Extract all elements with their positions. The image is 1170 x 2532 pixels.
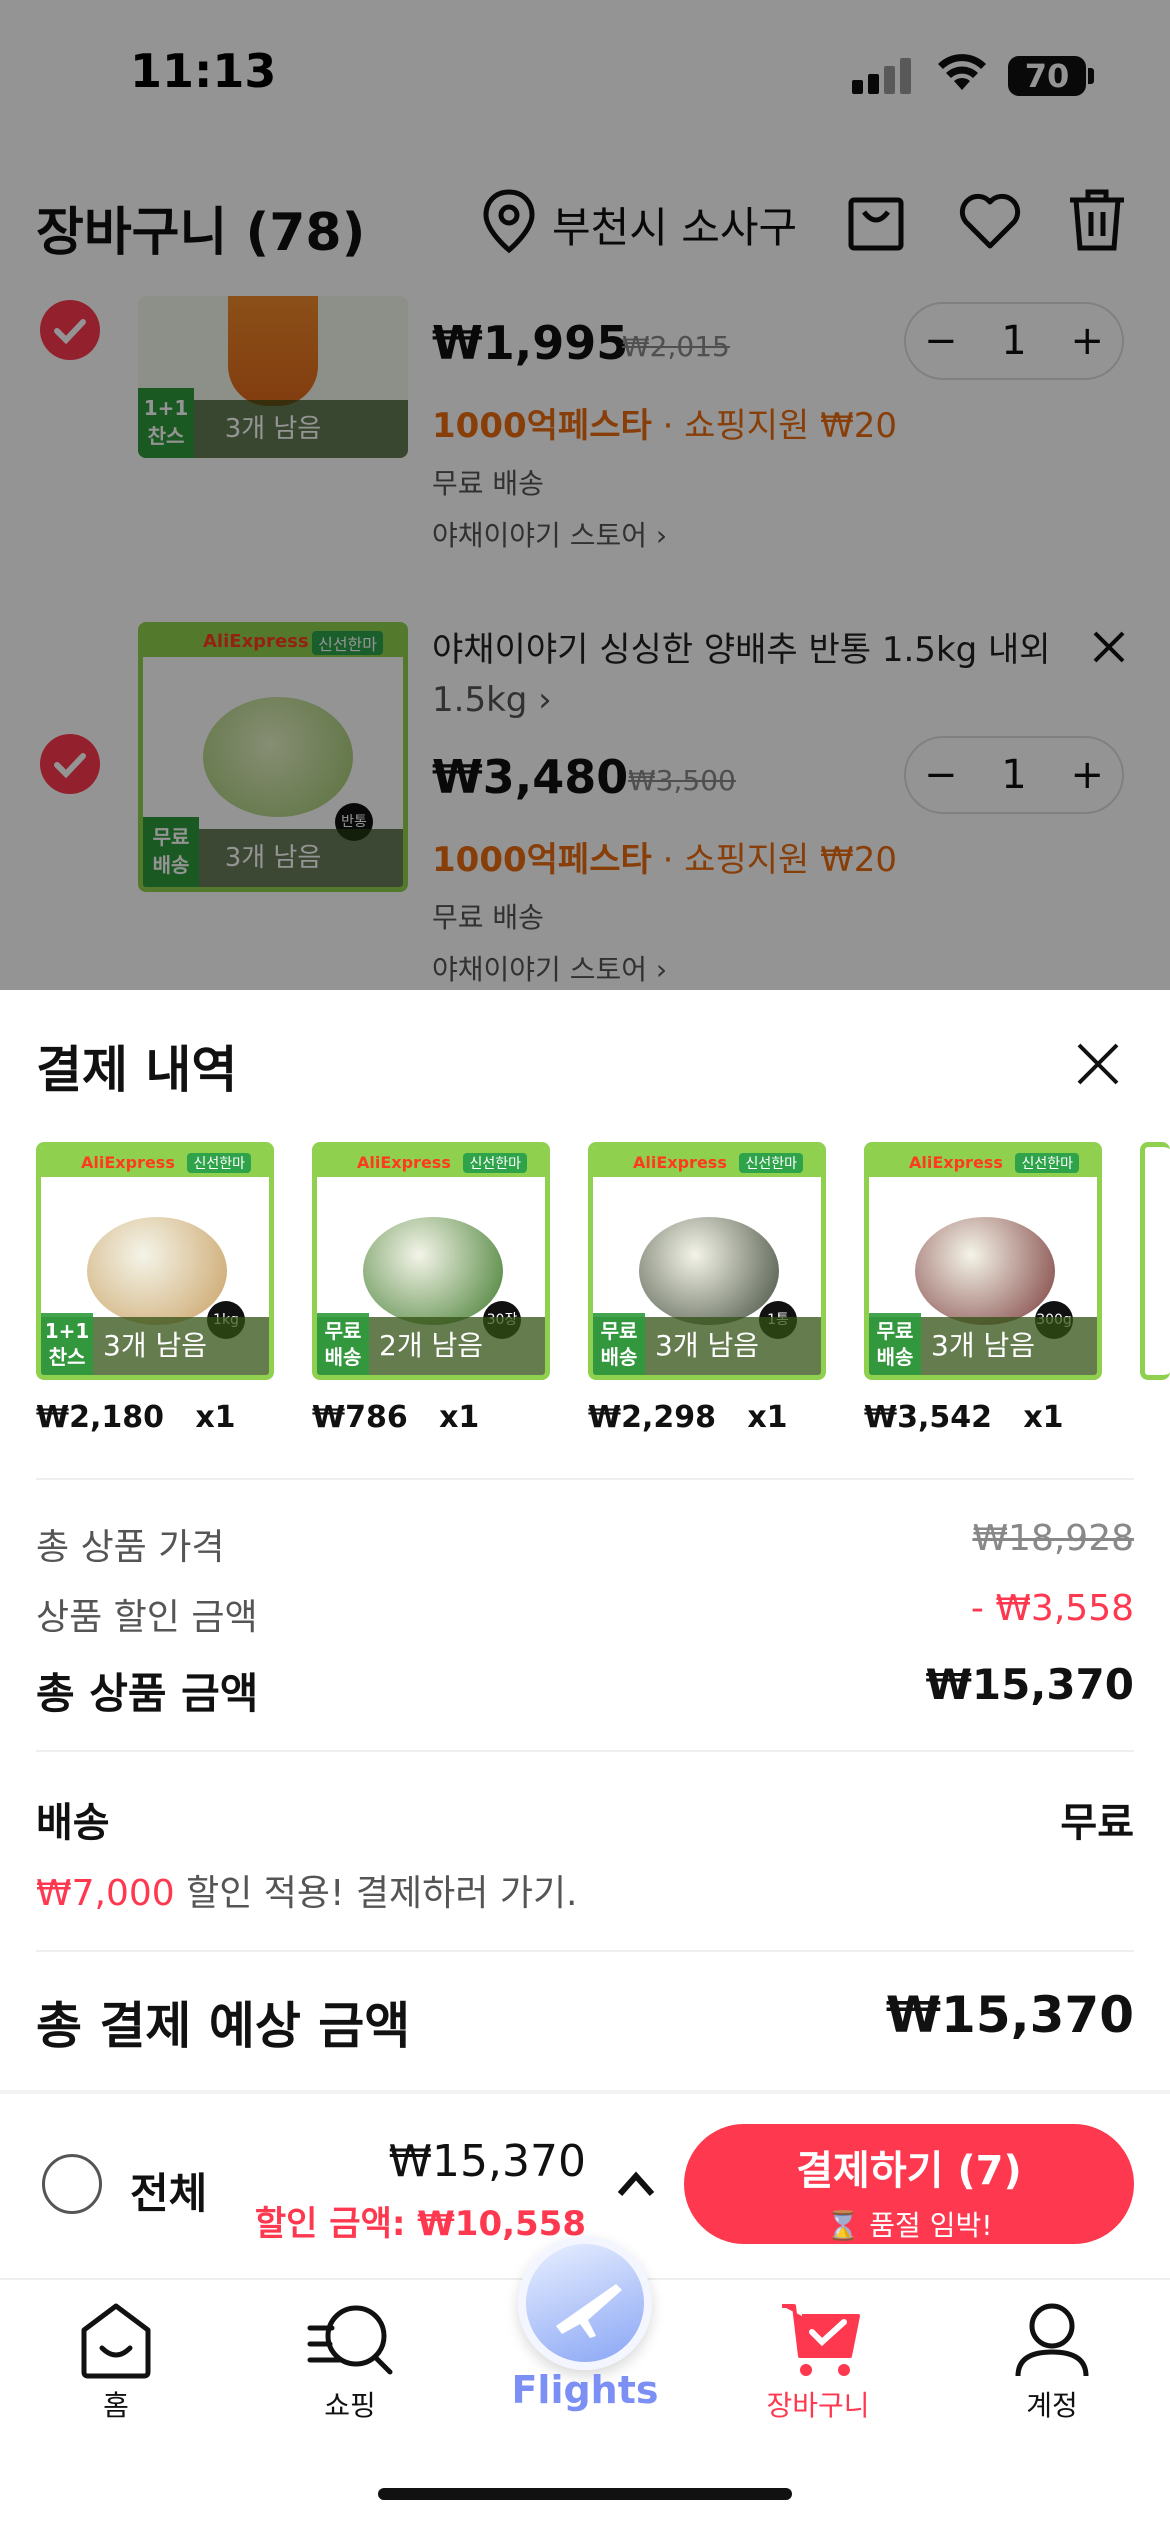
sheet-item-price: ₩2,298 x1 <box>588 1400 788 1435</box>
tab-account[interactable]: 계정 <box>982 2300 1122 2424</box>
promo-badge: 무료 배송 <box>869 1313 921 1375</box>
sheet-item-thumbnail-partial[interactable] <box>1140 1142 1170 1380</box>
account-icon <box>1015 2303 1089 2377</box>
discount-label: 상품 할인 금액 <box>36 1597 258 1638</box>
tab-label: 장바구니 <box>766 2389 870 2422</box>
fresh-tag: 신선한마 <box>1015 1153 1079 1173</box>
tab-label: 홈 <box>103 2389 129 2422</box>
sheet-item-price: ₩786 x1 <box>312 1400 479 1435</box>
checkout-sublabel: ⌛ 품절 임박! <box>825 2209 993 2242</box>
item-qty: x1 <box>439 1400 480 1435</box>
produce-image <box>87 1217 227 1325</box>
total-price-value: ₩18,928 <box>972 1518 1134 1559</box>
sheet-item-price: ₩3,542 x1 <box>864 1400 1064 1435</box>
promo-badge: 무료 배송 <box>593 1313 645 1375</box>
grand-total-value: ₩15,370 <box>885 1986 1134 2044</box>
item-price: ₩2,180 <box>36 1400 164 1435</box>
promo-badge: 무료 배송 <box>317 1313 369 1375</box>
item-qty: x1 <box>195 1400 236 1435</box>
item-price: ₩786 <box>312 1400 408 1435</box>
divider <box>36 1750 1134 1752</box>
checkout-button[interactable]: 결제하기 (7) ⌛ 품절 임박! <box>684 2124 1134 2244</box>
produce-image <box>915 1217 1055 1325</box>
home-indicator <box>378 2488 792 2500</box>
shipping-label: 배송 <box>36 1800 110 1846</box>
tab-shopping[interactable]: 쇼핑 <box>280 2300 420 2424</box>
tab-flights[interactable]: Flights <box>508 2236 662 2412</box>
sheet-title: 결제 내역 <box>36 1041 238 1099</box>
item-qty: x1 <box>1023 1400 1064 1435</box>
aliexpress-logo: AliExpress <box>633 1153 727 1172</box>
fresh-tag: 신선한마 <box>187 1153 251 1173</box>
bottom-total: ₩15,370 <box>388 2136 586 2187</box>
home-icon <box>81 2303 151 2379</box>
shipping-promo-text: 할인 적용! 결제하러 가기. <box>174 1873 578 1914</box>
checkout-label: 결제하기 (7) <box>796 2148 1022 2194</box>
divider <box>0 2090 1170 2094</box>
cart-icon <box>782 2304 860 2376</box>
aliexpress-logo: AliExpress <box>357 1153 451 1172</box>
sheet-item-thumbnail[interactable]: AliExpress신선한마30장2개 남음무료 배송 <box>312 1142 550 1380</box>
sheet-item-thumbnail[interactable]: AliExpress신선한마300g3개 남음무료 배송 <box>864 1142 1102 1380</box>
aliexpress-logo: AliExpress <box>81 1153 175 1172</box>
select-all-label[interactable]: 전체 <box>130 2160 207 2221</box>
modal-backdrop[interactable] <box>0 0 1170 990</box>
airplane-icon <box>556 2284 622 2338</box>
divider <box>36 1950 1134 1952</box>
select-all-checkbox[interactable] <box>42 2154 102 2214</box>
close-icon[interactable] <box>1074 1040 1122 1088</box>
shipping-promo-amount: ₩7,000 <box>36 1873 175 1914</box>
tab-label: 계정 <box>1026 2389 1078 2422</box>
produce-image <box>639 1217 779 1325</box>
subtotal-value: ₩15,370 <box>925 1660 1134 1709</box>
total-price-label: 총 상품 가격 <box>36 1527 225 1568</box>
divider <box>36 1478 1134 1480</box>
chevron-up-icon[interactable] <box>616 2170 656 2198</box>
sheet-item-thumbnail[interactable]: AliExpress신선한마1kg3개 남음1+1 찬스 <box>36 1142 274 1380</box>
item-price: ₩3,542 <box>864 1400 992 1435</box>
promo-badge: 1+1 찬스 <box>41 1313 93 1375</box>
shipping-promo-link[interactable]: ₩7,000 할인 적용! 결제하러 가기. <box>36 1864 578 1916</box>
grand-total-label: 총 결제 예상 금액 <box>36 1997 411 2055</box>
aliexpress-logo: AliExpress <box>909 1153 1003 1172</box>
item-price: ₩2,298 <box>588 1400 716 1435</box>
subtotal-label: 총 상품 금액 <box>36 1669 259 1718</box>
tab-label: 쇼핑 <box>324 2389 376 2422</box>
fresh-tag: 신선한마 <box>463 1153 527 1173</box>
discount-value: - ₩3,558 <box>970 1588 1134 1629</box>
produce-image <box>363 1217 503 1325</box>
shipping-value: 무료 <box>1060 1800 1134 1846</box>
fresh-tag: 신선한마 <box>739 1153 803 1173</box>
flights-window-icon <box>518 2236 652 2370</box>
search-shopping-icon <box>307 2305 393 2375</box>
tab-label: Flights <box>511 2368 659 2412</box>
tab-home[interactable]: 홈 <box>46 2300 186 2424</box>
sheet-item-price: ₩2,180 x1 <box>36 1400 236 1435</box>
item-qty: x1 <box>747 1400 788 1435</box>
sheet-item-thumbnail[interactable]: AliExpress신선한마1통3개 남음무료 배송 <box>588 1142 826 1380</box>
tab-cart[interactable]: 장바구니 <box>748 2300 888 2424</box>
